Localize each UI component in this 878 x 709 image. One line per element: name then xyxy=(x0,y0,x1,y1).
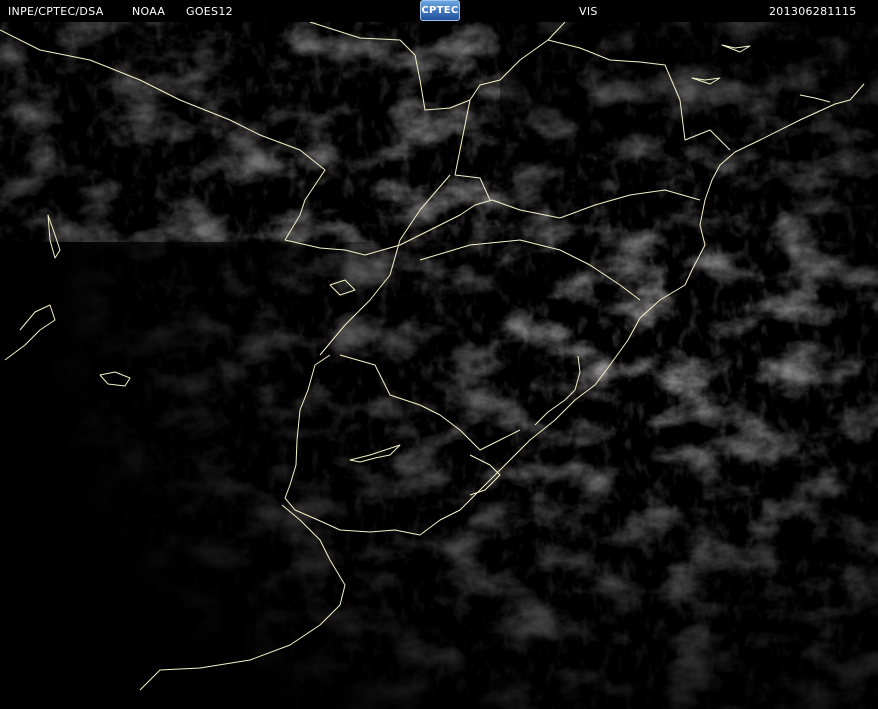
cptec-logo-text: CPTEC xyxy=(421,5,459,16)
source-label: INPE/CPTEC/DSA xyxy=(8,5,104,18)
satellite-image xyxy=(0,22,878,709)
cloud-texture xyxy=(0,22,878,709)
agency-label: NOAA xyxy=(132,5,166,18)
cptec-logo: CPTEC xyxy=(420,0,460,21)
image-header-bar: INPE/CPTEC/DSA NOAA GOES12 CPTEC VIS 201… xyxy=(0,0,878,22)
channel-label: VIS xyxy=(579,5,598,18)
satellite-label: GOES12 xyxy=(186,5,233,18)
timestamp-label: 201306281115 xyxy=(769,5,857,18)
